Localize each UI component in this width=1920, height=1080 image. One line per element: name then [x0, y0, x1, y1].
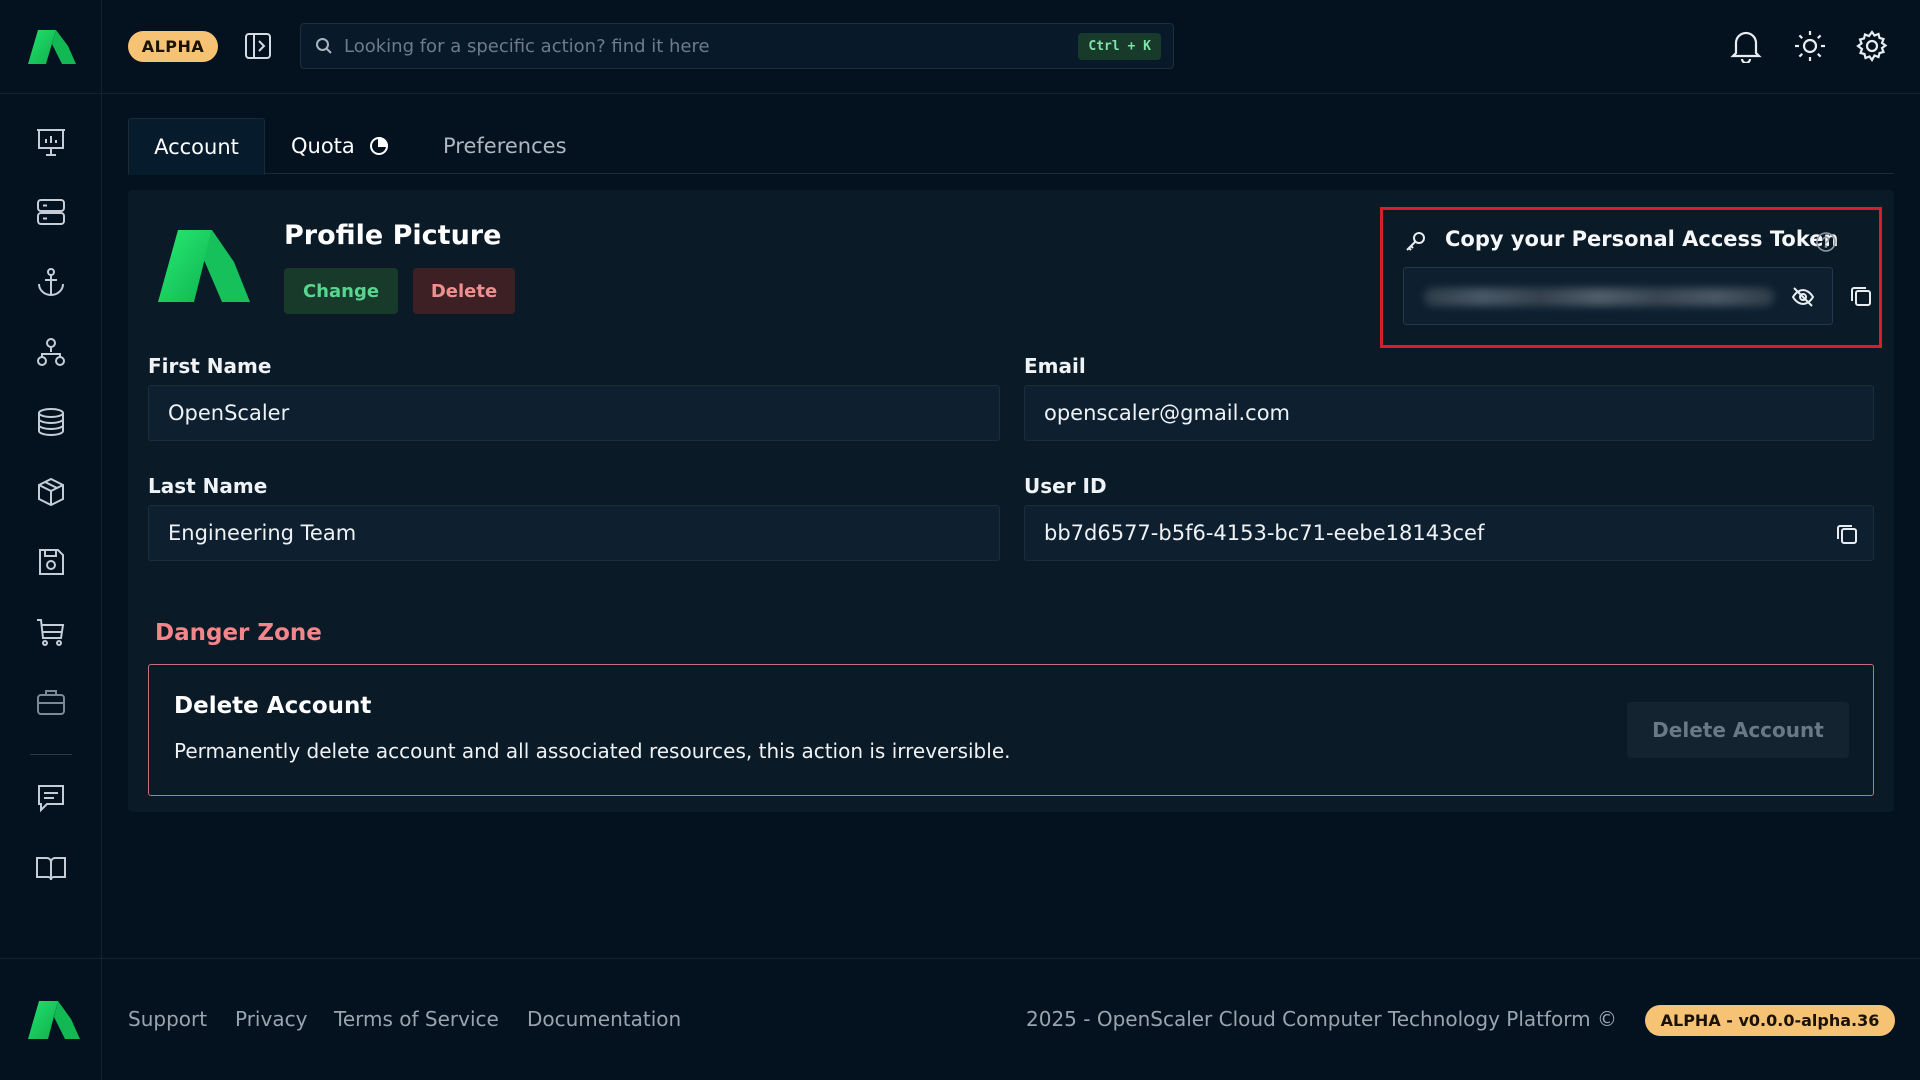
danger-zone-panel: Delete Account Permanently delete accoun… — [148, 664, 1874, 796]
tab-preferences-label: Preferences — [443, 134, 567, 158]
sidebar-item-packages[interactable] — [33, 474, 69, 510]
sidebar-item-dashboard[interactable] — [33, 124, 69, 160]
sidebar-item-anchor[interactable] — [33, 264, 69, 300]
search-icon — [316, 38, 332, 54]
copy-token-icon[interactable] — [1849, 284, 1873, 308]
change-picture-button[interactable]: Change — [284, 268, 398, 314]
email-value: openscaler@gmail.com — [1044, 401, 1291, 425]
left-sidebar — [0, 94, 102, 958]
token-field[interactable] — [1403, 267, 1833, 325]
footer: Support Privacy Terms of Service Documen… — [0, 958, 1920, 1080]
anchor-icon — [38, 268, 64, 296]
package-cube-icon — [38, 477, 64, 507]
presentation-chart-icon — [37, 129, 65, 156]
tab-account[interactable]: Account — [128, 118, 265, 175]
sidebar-divider — [30, 754, 72, 755]
search-bar[interactable]: Ctrl + K — [300, 23, 1174, 69]
delete-account-heading: Delete Account — [174, 693, 372, 719]
danger-zone-title: Danger Zone — [155, 620, 322, 646]
sidebar-item-servers[interactable] — [33, 194, 69, 230]
first-name-field[interactable]: OpenScaler — [148, 385, 1000, 441]
email-label: Email — [1024, 354, 1086, 378]
first-name-value: OpenScaler — [168, 401, 290, 425]
sidebar-item-database[interactable] — [33, 404, 69, 440]
tab-preferences[interactable]: Preferences — [443, 118, 567, 174]
email-field[interactable]: openscaler@gmail.com — [1024, 385, 1874, 441]
footer-copyright: 2025 - OpenScaler Cloud Computer Technol… — [1026, 1007, 1617, 1031]
last-name-value: Engineering Team — [168, 521, 357, 545]
personal-access-token-panel: Copy your Personal Access Token — [1380, 207, 1882, 348]
footer-logo-cell — [0, 959, 102, 1080]
help-circle-icon[interactable] — [1815, 231, 1837, 253]
sidebar-item-marketplace[interactable] — [33, 614, 69, 650]
database-icon — [38, 408, 64, 436]
delete-account-button[interactable]: Delete Account — [1627, 702, 1849, 758]
openscaler-logo-icon — [28, 1001, 80, 1039]
sidebar-item-storage[interactable] — [33, 544, 69, 580]
gear-icon[interactable] — [1854, 28, 1890, 64]
sidebar-item-briefcase[interactable] — [33, 684, 69, 720]
delete-picture-button[interactable]: Delete — [413, 268, 515, 314]
tab-quota[interactable]: Quota — [291, 118, 389, 174]
eye-off-icon[interactable] — [1791, 285, 1815, 309]
search-shortcut-badge: Ctrl + K — [1078, 33, 1161, 60]
sidebar-toggle-icon[interactable] — [242, 30, 274, 62]
profile-picture-title: Profile Picture — [284, 220, 502, 251]
header-logo-cell — [0, 0, 102, 94]
profile-picture-logo — [158, 230, 250, 302]
pie-chart-icon — [369, 136, 388, 155]
app-root: ALPHA Ctrl + K — [0, 0, 1920, 1080]
sun-icon[interactable] — [1792, 28, 1828, 64]
sidebar-item-docs[interactable] — [33, 850, 69, 886]
search-input[interactable] — [344, 24, 964, 68]
sidebar-item-network[interactable] — [33, 334, 69, 370]
server-icon — [37, 199, 65, 225]
footer-link-privacy[interactable]: Privacy — [235, 1007, 307, 1031]
user-id-label: User ID — [1024, 474, 1107, 498]
account-card: Profile Picture Change Delete Copy your … — [128, 190, 1894, 812]
shopping-cart-icon — [37, 619, 65, 646]
alpha-badge: ALPHA — [128, 31, 218, 62]
account-tabs: Account Quota Preferences — [128, 118, 1894, 175]
footer-link-support[interactable]: Support — [128, 1007, 207, 1031]
delete-account-description: Permanently delete account and all assoc… — [174, 739, 1011, 763]
tab-quota-label: Quota — [291, 134, 355, 158]
footer-link-documentation[interactable]: Documentation — [527, 1007, 681, 1031]
top-header: ALPHA Ctrl + K — [0, 0, 1920, 94]
sidebar-item-support[interactable] — [33, 780, 69, 816]
version-badge: ALPHA - v0.0.0-alpha.36 — [1645, 1005, 1895, 1036]
key-icon — [1406, 232, 1425, 251]
chat-bubble-icon — [38, 785, 64, 813]
token-value-blurred — [1424, 288, 1774, 306]
open-book-icon — [36, 857, 66, 881]
bell-icon[interactable] — [1728, 28, 1764, 64]
user-id-field: bb7d6577-b5f6-4153-bc71-eebe18143cef — [1024, 505, 1874, 561]
floppy-disk-icon — [39, 549, 64, 575]
last-name-label: Last Name — [148, 474, 268, 498]
briefcase-icon — [37, 690, 65, 715]
user-id-value: bb7d6577-b5f6-4153-bc71-eebe18143cef — [1044, 521, 1485, 545]
copy-user-id-icon[interactable] — [1835, 522, 1859, 546]
last-name-field[interactable]: Engineering Team — [148, 505, 1000, 561]
openscaler-logo-icon[interactable] — [28, 30, 76, 64]
network-icon — [37, 338, 65, 366]
footer-link-terms[interactable]: Terms of Service — [334, 1007, 499, 1031]
tab-account-label: Account — [154, 134, 239, 159]
token-title: Copy your Personal Access Token — [1445, 227, 1839, 251]
first-name-label: First Name — [148, 354, 272, 378]
